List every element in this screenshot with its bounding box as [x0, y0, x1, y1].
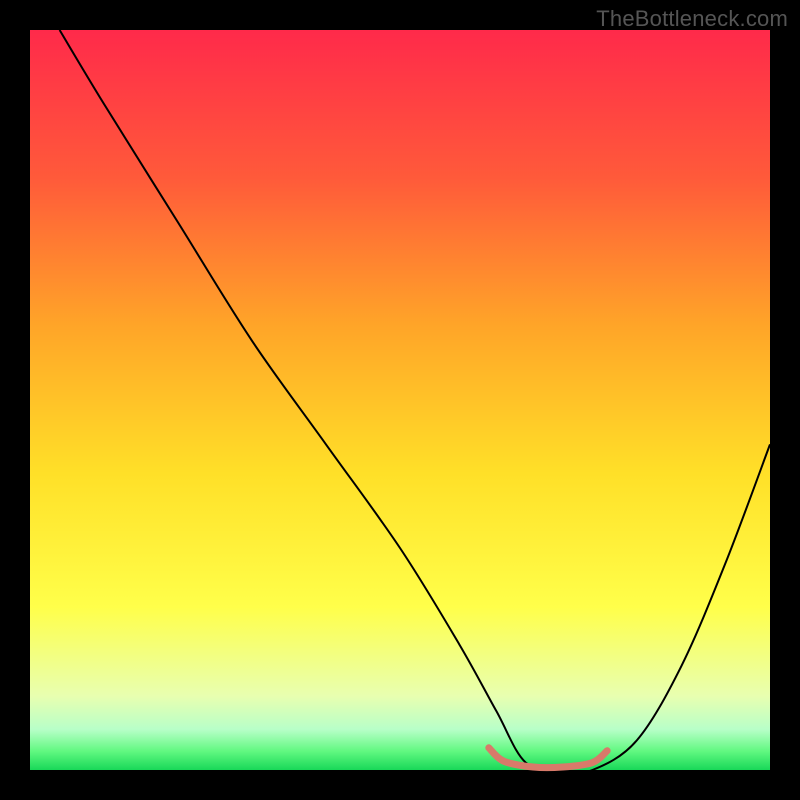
watermark-text: TheBottleneck.com: [596, 6, 788, 32]
chart-container: TheBottleneck.com: [0, 0, 800, 800]
plot-background: [30, 30, 770, 770]
bottleneck-chart: [0, 0, 800, 800]
